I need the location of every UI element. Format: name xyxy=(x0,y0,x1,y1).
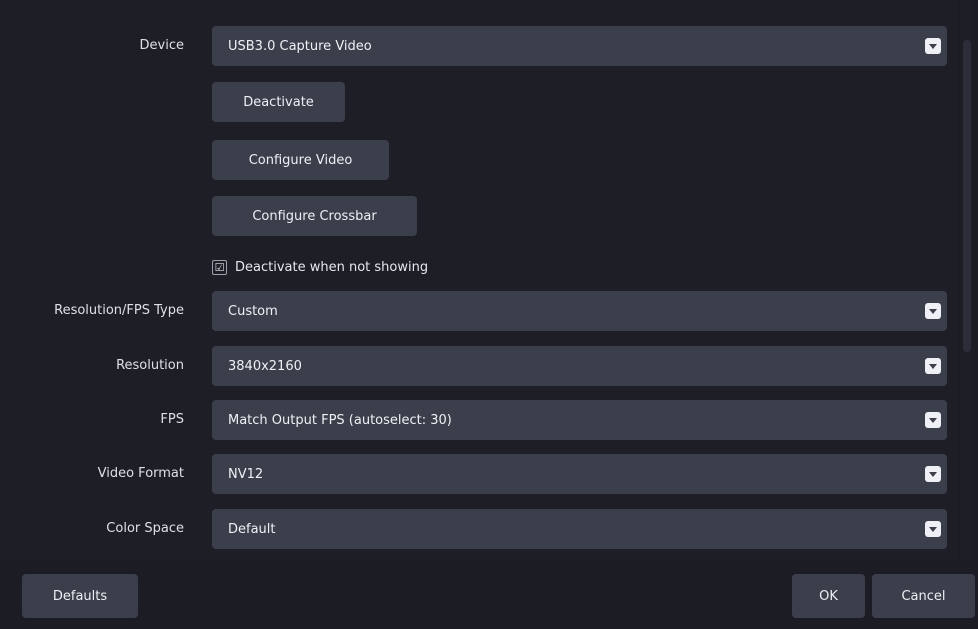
color-space-value: Default xyxy=(228,521,276,537)
video-format-select[interactable]: NV12 xyxy=(212,454,947,494)
configure-video-button[interactable]: Configure Video xyxy=(212,140,389,180)
fps-value: Match Output FPS (autoselect: 30) xyxy=(228,412,452,428)
color-space-select[interactable]: Default xyxy=(212,509,947,549)
resolution-label: Resolution xyxy=(116,358,184,373)
resolution-fps-type-value: Custom xyxy=(228,303,278,319)
chevron-down-icon[interactable] xyxy=(925,521,941,537)
resolution-fps-type-label: Resolution/FPS Type xyxy=(54,303,184,318)
scrollbar-thumb[interactable] xyxy=(963,40,971,352)
chevron-down-icon[interactable] xyxy=(925,358,941,374)
deactivate-when-not-showing-checkbox[interactable]: ☑ xyxy=(212,259,227,275)
chevron-down-icon[interactable] xyxy=(925,466,941,482)
device-label: Device xyxy=(139,38,184,53)
configure-crossbar-button[interactable]: Configure Crossbar xyxy=(212,196,417,236)
chevron-down-icon[interactable] xyxy=(925,38,941,54)
resolution-fps-type-select[interactable]: Custom xyxy=(212,291,947,331)
properties-panel: Device USB3.0 Capture Video Deactivate C… xyxy=(0,0,958,560)
device-value: USB3.0 Capture Video xyxy=(228,38,372,54)
resolution-value: 3840x2160 xyxy=(228,358,302,374)
color-space-label: Color Space xyxy=(106,521,184,536)
defaults-button[interactable]: Defaults xyxy=(22,574,138,618)
chevron-down-icon[interactable] xyxy=(925,412,941,428)
video-format-value: NV12 xyxy=(228,466,264,482)
fps-select[interactable]: Match Output FPS (autoselect: 30) xyxy=(212,400,947,440)
resolution-select[interactable]: 3840x2160 xyxy=(212,346,947,386)
deactivate-when-not-showing-label: Deactivate when not showing xyxy=(235,259,429,275)
check-icon: ☑ xyxy=(214,260,225,274)
vertical-scrollbar[interactable] xyxy=(961,0,973,560)
cancel-button[interactable]: Cancel xyxy=(872,574,975,618)
deactivate-when-not-showing-row[interactable]: ☑ Deactivate when not showing xyxy=(212,257,428,277)
device-select[interactable]: USB3.0 Capture Video xyxy=(212,26,947,66)
deactivate-button[interactable]: Deactivate xyxy=(212,82,345,122)
ok-button[interactable]: OK xyxy=(792,574,865,618)
video-format-label: Video Format xyxy=(97,466,184,481)
fps-label: FPS xyxy=(160,412,184,427)
chevron-down-icon[interactable] xyxy=(925,303,941,319)
